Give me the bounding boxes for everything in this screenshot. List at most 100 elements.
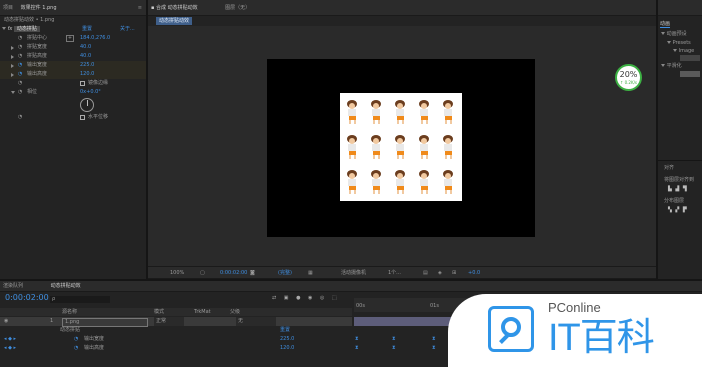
tab-project[interactable]: 项目 — [0, 0, 16, 16]
keyframe[interactable]: ⧗ — [392, 336, 396, 342]
layer-row[interactable]: ◉ 1 1.png 正常 无 — [0, 317, 352, 327]
prop-value[interactable]: 120.0 — [80, 70, 94, 79]
fx-icon: fx — [7, 26, 13, 32]
timeline-tool-icons[interactable]: ⇄ ▣ ● ◉ ◎ ⬚ — [272, 295, 340, 301]
prop-label: 输出宽度 — [27, 62, 48, 68]
tab-composition[interactable]: ▪ 合成 动态拼贴动效 — [148, 0, 201, 16]
col-trkmat: TrkMat — [194, 309, 211, 315]
keyframe[interactable]: ⧗ — [355, 336, 359, 342]
stopwatch-active-icon[interactable]: ◔ — [74, 344, 78, 353]
prop-row-mirror-edges: ◔ 镜像边缘 — [0, 79, 146, 88]
stopwatch-active-icon[interactable]: ◔ — [18, 61, 22, 70]
ruler-label: 01s — [430, 303, 439, 309]
preset-folder[interactable]: 动画预设 — [661, 30, 687, 39]
tab-render-queue[interactable]: 渲染队列 — [0, 281, 26, 292]
column-header: 源名称 模式 TrkMat 父级 — [0, 308, 352, 316]
keyframe-nav-icon[interactable]: ◂ ◆ ▸ — [4, 335, 16, 344]
timeline-prop-row: ◂ ◆ ▸ ◔ 输出宽度 225.0 — [0, 335, 352, 344]
keyframe[interactable]: ⧗ — [432, 345, 436, 351]
stopwatch-icon[interactable]: ◔ — [18, 52, 22, 61]
list-item[interactable] — [680, 55, 700, 61]
align-tab[interactable]: 对齐 — [664, 164, 674, 171]
phase-dial[interactable] — [80, 98, 94, 112]
work-area-bar[interactable] — [354, 317, 454, 326]
comp-footer: 100% ▢ 0:00:02:00 ◙ (完整) ▦ 活动摄像机 1个... ▤… — [148, 266, 656, 279]
tab-effect-controls[interactable]: 效果控件 1.png — [17, 0, 60, 17]
panel-menu-icon[interactable]: ≡ — [138, 0, 142, 16]
align-icons[interactable]: ▙ ▟ ▜ — [668, 186, 688, 192]
comp-viewport — [148, 26, 656, 266]
stopwatch-icon[interactable]: ◔ — [18, 79, 22, 88]
search-input[interactable]: ρ — [50, 296, 110, 303]
timeline-prop-value[interactable]: 120.0 — [280, 344, 294, 353]
keyframe[interactable]: ⧗ — [392, 345, 396, 351]
comp-chip-bar: 动态拼贴动效 — [148, 16, 656, 26]
stopwatch-icon[interactable]: ◔ — [18, 88, 22, 97]
col-mode: 模式 — [154, 309, 165, 315]
stopwatch-icon[interactable]: ◔ — [18, 34, 22, 43]
tile-row — [347, 135, 453, 159]
prop-label: 相位 — [27, 89, 38, 95]
layer-path: 动态拼贴动效 • 1.png — [4, 17, 55, 23]
smooth-folder[interactable]: 平滑化 — [661, 62, 682, 71]
prop-row-tile-height: ◔ 拼贴高度 40.0 — [0, 52, 146, 61]
watermark-brand: PConline — [548, 300, 601, 315]
list-item-selected[interactable] — [680, 71, 700, 77]
effect-controls-tab-label: 效果控件 1.png — [20, 5, 57, 11]
expand-effect-icon[interactable] — [2, 27, 6, 30]
preset-title: 动画预设 — [666, 31, 687, 37]
effect-about-link[interactable]: 关于... — [120, 25, 135, 34]
keyframe[interactable]: ⧗ — [355, 345, 359, 351]
watermark-name: IT百科 — [548, 317, 655, 359]
effect-name: 动态拼贴 — [13, 26, 40, 32]
timeline-prop-row: ◂ ◆ ▸ ◔ 输出高度 120.0 — [0, 344, 352, 353]
expand-icon[interactable] — [11, 64, 14, 68]
checkbox[interactable] — [80, 81, 85, 86]
prop-label: 拼贴中心 — [27, 35, 48, 41]
prop-value[interactable]: 40.0 — [80, 52, 91, 61]
expand-icon[interactable] — [11, 73, 14, 77]
effect-header: fx 动态拼贴 重置 关于... — [2, 25, 146, 34]
stopwatch-icon[interactable]: ◔ — [18, 43, 22, 52]
prop-label: 拼贴宽度 — [27, 44, 48, 50]
prop-label: 输出高度 — [27, 71, 48, 77]
effect-controls-panel: 动态拼贴动效 • 1.png fx 动态拼贴 重置 关于... ◔ 拼贴中心 +… — [0, 16, 146, 278]
distribute-label: 分布图层 — [664, 198, 685, 204]
expand-icon[interactable] — [11, 46, 14, 50]
col-source-name: 源名称 — [62, 309, 78, 315]
align-to-label: 将图层对齐到 — [664, 177, 695, 183]
expand-icon[interactable] — [11, 55, 14, 59]
right-panel: 动画 动画预设 Presets Image 平滑化 对齐 将图层对齐到 ▙ ▟ … — [658, 0, 702, 280]
prop-row-phase: ◔ 相位 0x+0.0° — [0, 88, 146, 97]
stopwatch-active-icon[interactable]: ◔ — [74, 335, 78, 344]
prop-row-tile-center: ◔ 拼贴中心 + 184.0,276.0 — [0, 34, 146, 43]
keyframe-nav-icon[interactable]: ◂ ◆ ▸ — [4, 344, 16, 353]
keyframe[interactable]: ⧗ — [432, 336, 436, 342]
stopwatch-active-icon[interactable]: ◔ — [18, 70, 22, 79]
comp-tab-label: 合成 动态拼贴动效 — [155, 5, 198, 11]
right-tab[interactable]: 动画 — [660, 20, 671, 28]
col-parent: 父级 — [230, 309, 241, 315]
tab-timeline-comp[interactable]: 动态拼贴动效 — [48, 281, 84, 292]
prop-value[interactable]: 184.0,276.0 — [80, 34, 110, 43]
prop-value[interactable]: 225.0 — [80, 61, 94, 70]
comp-chip[interactable]: 动态拼贴动效 — [156, 17, 193, 25]
prop-row-horizontal-shift: ◔ 水平位移 — [0, 113, 146, 122]
perf-percent: 20% — [619, 70, 638, 79]
effect-reset-link[interactable]: 重置 — [82, 25, 92, 34]
timeline-reset-link[interactable]: 重置 — [280, 326, 290, 335]
distribute-icons[interactable]: ▚ ▞ ▛ — [668, 207, 688, 213]
prop-value[interactable]: 0x+0.0° — [80, 88, 101, 97]
expand-icon[interactable] — [11, 91, 15, 94]
mode-select[interactable]: 正常 — [154, 317, 184, 326]
visibility-icon[interactable]: ◉ — [4, 317, 8, 326]
crosshair-icon[interactable]: + — [66, 35, 74, 42]
parent-select[interactable]: 无 — [236, 317, 276, 326]
stopwatch-icon[interactable]: ◔ — [18, 113, 22, 122]
prop-row-output-height: ◔ 输出高度 120.0 — [0, 70, 146, 79]
timeline-prop-value[interactable]: 225.0 — [280, 335, 294, 344]
tab-layer[interactable]: 图层（无） — [222, 0, 253, 16]
prop-value[interactable]: 40.0 — [80, 43, 91, 52]
checkbox[interactable] — [80, 115, 85, 120]
timeline-timecode[interactable]: 0:00:02:00 — [5, 293, 49, 302]
